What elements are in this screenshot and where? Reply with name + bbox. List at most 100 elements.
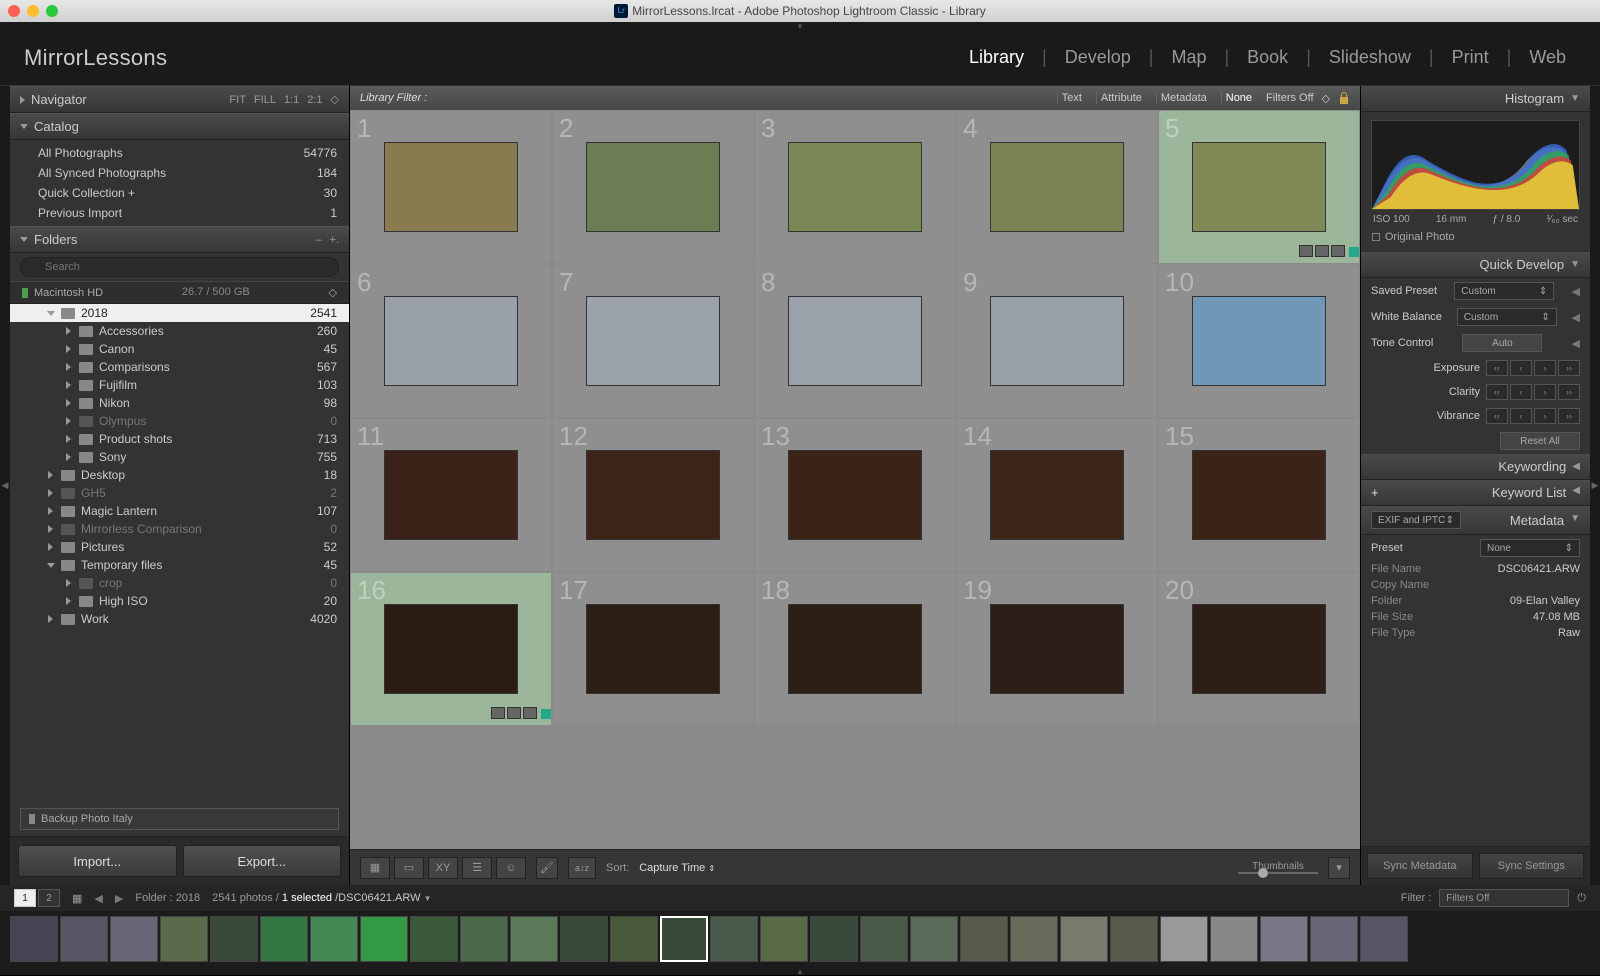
exposure-stepper[interactable]: ‹‹‹››› (1486, 360, 1580, 376)
painter-tool-button[interactable]: 🖌 (536, 857, 558, 879)
folder-tree-item[interactable]: Canon45 (10, 340, 349, 358)
filter-metadata[interactable]: Metadata (1156, 92, 1211, 104)
go-back-button[interactable]: ◀ (94, 892, 102, 905)
filmstrip-thumb[interactable] (810, 916, 858, 962)
loupe-view-button[interactable]: ▭ (394, 857, 424, 879)
folder-tree-item[interactable]: GH52 (10, 484, 349, 502)
quick-develop-header[interactable]: Quick Develop▼ (1361, 252, 1590, 278)
folder-search-input[interactable] (20, 257, 339, 277)
nav-1to1[interactable]: 1:1 (284, 94, 299, 106)
import-button[interactable]: Import... (18, 845, 177, 877)
folder-tree-item[interactable]: Work4020 (10, 610, 349, 628)
thumbnail-cell[interactable]: 18 (755, 573, 955, 725)
vibrance-stepper[interactable]: ‹‹‹››› (1486, 408, 1580, 424)
folder-tree-item[interactable]: crop0 (10, 574, 349, 592)
breadcrumb-folder[interactable]: Folder : 2018 (135, 892, 200, 904)
histogram-panel-header[interactable]: Histogram▼ (1361, 86, 1590, 112)
go-forward-button[interactable]: ▶ (115, 892, 123, 905)
auto-tone-button[interactable]: Auto (1462, 334, 1542, 352)
filmstrip-thumb[interactable] (910, 916, 958, 962)
folder-tree-item[interactable]: Product shots713 (10, 430, 349, 448)
module-map[interactable]: Map (1161, 47, 1216, 68)
filmstrip-thumb[interactable] (1360, 916, 1408, 962)
second-window-button[interactable]: 2 (38, 889, 60, 907)
sync-metadata-button[interactable]: Sync Metadata (1367, 853, 1473, 879)
white-balance-dropdown[interactable]: Custom⇕ (1457, 308, 1557, 326)
folder-tree-item[interactable]: Nikon98 (10, 394, 349, 412)
filmstrip-thumb[interactable] (260, 916, 308, 962)
filmstrip-thumb[interactable] (210, 916, 258, 962)
filmstrip-thumb[interactable] (560, 916, 608, 962)
keywording-header[interactable]: Keywording◀ (1361, 454, 1590, 480)
folder-tree-item[interactable]: Accessories260 (10, 322, 349, 340)
module-library[interactable]: Library (959, 47, 1034, 68)
filter-none[interactable]: None (1221, 92, 1256, 104)
folder-tree-item[interactable]: Pictures52 (10, 538, 349, 556)
thumbnail-cell[interactable]: 8 (755, 265, 955, 417)
filmstrip-thumb[interactable] (360, 916, 408, 962)
filmstrip-thumb[interactable] (110, 916, 158, 962)
compare-view-button[interactable]: XY (428, 857, 458, 879)
filter-attribute[interactable]: Attribute (1096, 92, 1146, 104)
identity-plate[interactable]: MirrorLessons (24, 45, 167, 71)
filmstrip-thumb[interactable] (160, 916, 208, 962)
filmstrip-thumb[interactable] (1010, 916, 1058, 962)
thumbnail-cell[interactable]: 2 (553, 111, 753, 263)
thumbnail-cell[interactable]: 19 (957, 573, 1157, 725)
filmstrip-thumb[interactable] (710, 916, 758, 962)
thumbnail-grid[interactable]: 1234567891011121314151617181920 (350, 110, 1360, 849)
thumbnail-cell[interactable]: 13 (755, 419, 955, 571)
export-button[interactable]: Export... (183, 845, 342, 877)
filmstrip-thumb[interactable] (1160, 916, 1208, 962)
filmstrip-thumb[interactable] (960, 916, 1008, 962)
filmstrip-thumb[interactable] (1110, 916, 1158, 962)
publish-service-folder[interactable]: Backup Photo Italy (20, 808, 339, 830)
filmstrip-thumb[interactable] (1260, 916, 1308, 962)
survey-view-button[interactable]: ☰ (462, 857, 492, 879)
left-panel-toggle[interactable]: ◀ (0, 86, 10, 885)
main-window-button[interactable]: 1 (14, 889, 36, 907)
top-panel-toggle[interactable]: ▼ (0, 22, 1600, 30)
saved-preset-dropdown[interactable]: Custom⇕ (1454, 282, 1554, 300)
folder-tree-item[interactable]: Magic Lantern107 (10, 502, 349, 520)
qd-tone-expand[interactable]: ◀ (1572, 337, 1580, 350)
filmstrip-thumb[interactable] (660, 916, 708, 962)
folder-tree-item[interactable]: Sony755 (10, 448, 349, 466)
thumbnail-cell[interactable]: 20 (1159, 573, 1359, 725)
thumbnail-cell[interactable]: 7 (553, 265, 753, 417)
thumbnail-cell[interactable]: 16 (351, 573, 551, 725)
catalog-item[interactable]: All Photographs54776 (10, 143, 349, 163)
filmstrip-thumb[interactable] (10, 916, 58, 962)
filter-preset-menu[interactable]: Filters Off (1266, 92, 1313, 104)
catalog-item[interactable]: Previous Import1 (10, 203, 349, 223)
clarity-stepper[interactable]: ‹‹‹››› (1486, 384, 1580, 400)
metadata-set-dropdown[interactable]: EXIF and IPTC⇕ (1371, 511, 1461, 529)
module-develop[interactable]: Develop (1055, 47, 1141, 68)
filmstrip[interactable] (0, 911, 1600, 967)
filter-lock-icon[interactable] (1338, 91, 1350, 105)
folder-tree-item[interactable]: Temporary files45 (10, 556, 349, 574)
right-panel-toggle[interactable]: ▶ (1590, 86, 1600, 885)
thumbnail-cell[interactable]: 5 (1159, 111, 1359, 263)
add-keyword-button[interactable]: + (1371, 485, 1379, 500)
folder-tree-item[interactable]: Mirrorless Comparison0 (10, 520, 349, 538)
sync-settings-button[interactable]: Sync Settings (1479, 853, 1585, 879)
thumbnail-cell[interactable]: 11 (351, 419, 551, 571)
filmstrip-thumb[interactable] (1310, 916, 1358, 962)
keyword-list-header[interactable]: + Keyword List◀ (1361, 480, 1590, 506)
module-web[interactable]: Web (1519, 47, 1576, 68)
sort-field-dropdown[interactable]: Capture Time ⇕ (639, 862, 715, 874)
filter-text[interactable]: Text (1057, 92, 1086, 104)
bottom-panel-toggle[interactable]: ▲ (0, 967, 1600, 975)
grid-view-button[interactable]: ▦ (360, 857, 390, 879)
folder-tree-item[interactable]: Olympus0 (10, 412, 349, 430)
qd-wb-expand[interactable]: ◀ (1572, 311, 1580, 324)
nav-zoom-menu[interactable]: ◇ (331, 93, 339, 106)
catalog-panel-header[interactable]: Catalog (10, 113, 349, 140)
folder-tree-item[interactable]: Desktop18 (10, 466, 349, 484)
thumbnail-cell[interactable]: 6 (351, 265, 551, 417)
module-print[interactable]: Print (1442, 47, 1499, 68)
filmstrip-thumb[interactable] (860, 916, 908, 962)
filmstrip-thumb[interactable] (610, 916, 658, 962)
thumbnail-cell[interactable]: 17 (553, 573, 753, 725)
